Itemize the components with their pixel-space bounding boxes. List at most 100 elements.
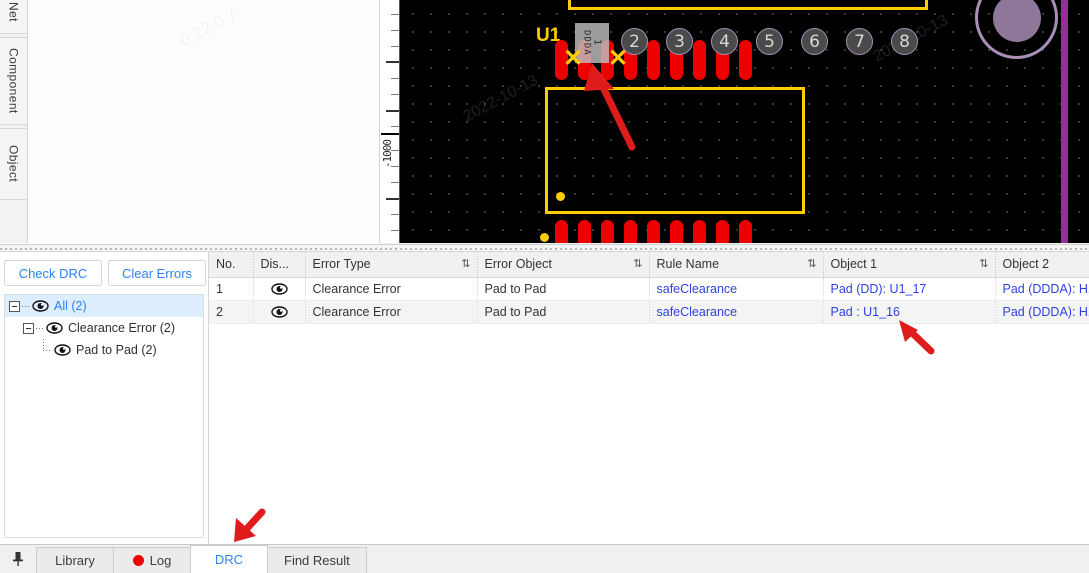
drc-controls-panel: Check DRC Clear Errors All (2) Clearance… bbox=[0, 252, 208, 544]
pad-bottom-9[interactable] bbox=[739, 220, 752, 243]
table-header-row: No. Dis... Error Type ⇅ Error Object ⇅ R bbox=[209, 252, 1089, 278]
tab-drc-label: DRC bbox=[214, 552, 244, 567]
pad-number-8-label: 8 bbox=[899, 31, 910, 52]
table-row[interactable]: 2 Clearance Error Pad to Pad safeClearan… bbox=[209, 300, 1089, 324]
vtab-net[interactable]: Net bbox=[0, 0, 28, 34]
panel-splitter[interactable] bbox=[0, 244, 1089, 252]
pad-top-4[interactable] bbox=[647, 40, 660, 80]
drc-violation-marker-1: ✕ bbox=[562, 45, 584, 72]
sort-icon[interactable]: ⇅ bbox=[807, 257, 816, 270]
pcb-board[interactable]: 2022-10-13 2022-10-13 U1 2 3 bbox=[400, 0, 1089, 243]
sort-icon[interactable]: ⇅ bbox=[461, 257, 470, 270]
col-header-rule-name-label: Rule Name bbox=[656, 257, 720, 272]
col-header-display[interactable]: Dis... bbox=[253, 252, 306, 278]
eye-icon[interactable] bbox=[270, 283, 288, 295]
cell-error-type: Clearance Error bbox=[305, 277, 478, 301]
eye-icon[interactable] bbox=[46, 322, 63, 334]
left-vertical-tab-strip: Net Component Object bbox=[0, 0, 28, 243]
sort-icon[interactable]: ⇅ bbox=[979, 257, 988, 270]
tab-log-label: Log bbox=[149, 553, 172, 568]
via-dot-1[interactable] bbox=[556, 192, 565, 201]
pad-number-7-label: 7 bbox=[854, 31, 865, 52]
properties-panel: 0.22.0.7 bbox=[28, 0, 380, 243]
drc-error-tree[interactable]: All (2) Clearance Error (2) Pad to Pad (… bbox=[4, 294, 204, 538]
cell-no: 1 bbox=[209, 277, 254, 301]
tab-log[interactable]: Log bbox=[113, 547, 191, 573]
col-header-display-label: Dis... bbox=[260, 257, 289, 272]
col-header-object-2[interactable]: Object 2 bbox=[995, 252, 1089, 278]
pad-top-8[interactable] bbox=[739, 40, 752, 80]
cell-object-2[interactable]: Pad (DDDA): H1 bbox=[995, 277, 1089, 301]
cell-object-2[interactable]: Pad (DDDA): H1 bbox=[995, 300, 1089, 324]
pad-bottom-4[interactable] bbox=[624, 220, 637, 243]
pad-bottom-8[interactable] bbox=[716, 220, 729, 243]
eye-icon[interactable] bbox=[54, 344, 71, 356]
pad-bottom-5[interactable] bbox=[647, 220, 660, 243]
pad-number-7[interactable]: 7 bbox=[846, 28, 873, 55]
tab-library[interactable]: Library bbox=[36, 547, 114, 573]
collapse-box-icon[interactable] bbox=[23, 322, 34, 334]
tree-item-pad-to-pad[interactable]: Pad to Pad (2) bbox=[5, 339, 203, 361]
drc-error-table: No. Dis... Error Type ⇅ Error Object ⇅ R bbox=[209, 252, 1089, 324]
col-header-object-1-label: Object 1 bbox=[830, 257, 878, 272]
col-header-rule-name[interactable]: Rule Name ⇅ bbox=[649, 252, 824, 278]
pad-number-6-label: 6 bbox=[809, 31, 820, 52]
col-header-no-label: No. bbox=[216, 257, 236, 272]
col-header-object-1[interactable]: Object 1 ⇅ bbox=[823, 252, 996, 278]
cell-object-1[interactable]: Pad : U1_16 bbox=[823, 300, 996, 324]
sort-icon[interactable]: ⇅ bbox=[633, 257, 642, 270]
drc-error-table-panel: No. Dis... Error Type ⇅ Error Object ⇅ R bbox=[208, 252, 1089, 544]
table-row[interactable]: 1 Clearance Error Pad to Pad safeClearan… bbox=[209, 277, 1089, 301]
bottom-tab-bar: Library Log DRC Find Result bbox=[0, 544, 1089, 573]
via-dot-2[interactable] bbox=[540, 233, 549, 242]
cell-display-toggle[interactable] bbox=[253, 300, 306, 324]
col-header-error-type[interactable]: Error Type ⇅ bbox=[305, 252, 478, 278]
clear-errors-button[interactable]: Clear Errors bbox=[108, 260, 206, 286]
drc-violation-marker-2: ✕ bbox=[607, 45, 629, 72]
pad-number-5[interactable]: 5 bbox=[756, 28, 783, 55]
cell-object-1[interactable]: Pad (DD): U1_17 bbox=[823, 277, 996, 301]
annotation-arrow-table bbox=[899, 320, 935, 355]
vtab-component[interactable]: Component bbox=[0, 37, 28, 125]
vtab-component-label: Component bbox=[6, 48, 21, 114]
check-drc-button[interactable]: Check DRC bbox=[4, 260, 102, 286]
tree-item-clearance-error[interactable]: Clearance Error (2) bbox=[5, 317, 203, 339]
silkscreen-outline-top bbox=[568, 0, 928, 10]
pad-bottom-1[interactable] bbox=[555, 220, 568, 243]
pad-bottom-2[interactable] bbox=[578, 220, 591, 243]
tree-connector-elbow bbox=[39, 339, 52, 357]
log-error-dot-icon bbox=[132, 555, 144, 566]
vtab-object[interactable]: Object bbox=[0, 128, 28, 200]
vtab-net-label: Net bbox=[6, 2, 21, 22]
pin-panel-button[interactable] bbox=[0, 545, 36, 573]
pad-bottom-3[interactable] bbox=[601, 220, 614, 243]
tab-drc[interactable]: DRC bbox=[190, 545, 268, 573]
cell-no: 2 bbox=[209, 300, 254, 324]
pad-number-4[interactable]: 4 bbox=[711, 28, 738, 55]
tree-item-all[interactable]: All (2) bbox=[5, 295, 203, 317]
col-header-object-2-label: Object 2 bbox=[1002, 257, 1050, 272]
tab-library-label: Library bbox=[55, 553, 95, 568]
col-header-error-type-label: Error Type bbox=[312, 257, 371, 272]
drc-button-row: Check DRC Clear Errors bbox=[4, 260, 206, 286]
pad-number-6[interactable]: 6 bbox=[801, 28, 828, 55]
cell-error-object: Pad to Pad bbox=[477, 277, 650, 301]
pad-top-6[interactable] bbox=[693, 40, 706, 80]
pad-bottom-6[interactable] bbox=[670, 220, 683, 243]
pad-number-8[interactable]: 8 bbox=[891, 28, 918, 55]
cell-display-toggle[interactable] bbox=[253, 277, 306, 301]
col-header-no[interactable]: No. bbox=[209, 252, 254, 278]
eye-icon[interactable] bbox=[270, 306, 288, 318]
pad-number-4-label: 4 bbox=[719, 31, 730, 52]
cell-rule-name[interactable]: safeClearance bbox=[649, 300, 824, 324]
pad-bottom-7[interactable] bbox=[693, 220, 706, 243]
pcb-canvas-area[interactable]: -1000 2022-10-13 2022-10-13 U1 bbox=[380, 0, 1089, 243]
tree-connector-line bbox=[22, 305, 29, 307]
pad-number-3[interactable]: 3 bbox=[666, 28, 693, 55]
tab-find-result[interactable]: Find Result bbox=[267, 547, 367, 573]
cell-rule-name[interactable]: safeClearance bbox=[649, 277, 824, 301]
collapse-box-icon[interactable] bbox=[9, 300, 20, 312]
tree-connector-line bbox=[36, 327, 43, 329]
col-header-error-object[interactable]: Error Object ⇅ bbox=[477, 252, 650, 278]
eye-icon[interactable] bbox=[32, 300, 49, 312]
